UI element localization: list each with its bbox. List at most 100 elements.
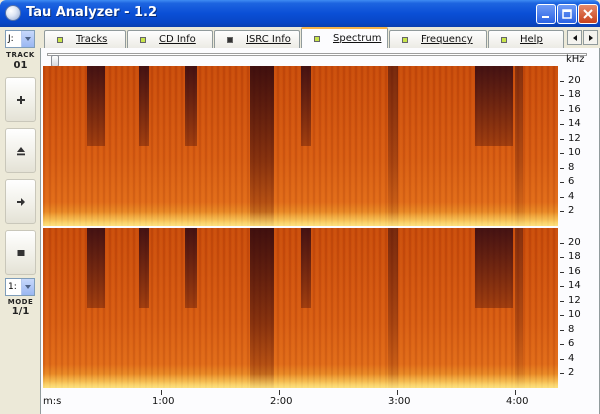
frequency-tick-label: 18: [568, 251, 581, 263]
frequency-tick-label: 20: [568, 74, 581, 86]
frequency-tick-label: 10: [568, 309, 581, 321]
track-number: 01: [13, 60, 28, 71]
frequency-tick: [560, 211, 564, 213]
frequency-tick: [560, 124, 564, 126]
tab-label: ISRC Info: [246, 34, 291, 45]
mode-value: 1/1: [11, 306, 30, 317]
maximize-button[interactable]: [557, 4, 577, 24]
frequency-tick-label: 8: [568, 161, 575, 173]
close-button[interactable]: [578, 4, 598, 24]
frequency-tick: [560, 358, 564, 360]
title-bar: Tau Analyzer - 1.2: [0, 0, 600, 27]
eject-button[interactable]: [5, 128, 36, 173]
maximize-icon: [562, 9, 572, 19]
time-tick-label: 1:00: [152, 396, 175, 407]
tab-label: Tracks: [76, 34, 108, 45]
spectrogram-left-channel: [43, 66, 558, 226]
frequency-tick: [560, 271, 564, 273]
spectrogram-right-channel: [43, 228, 558, 388]
tab-label: Help: [520, 34, 543, 45]
frequency-tick: [560, 182, 564, 184]
tab-label: CD Info: [159, 34, 196, 45]
frequency-tick-label: 12: [568, 132, 581, 144]
tab-help[interactable]: Help: [488, 30, 564, 48]
time-tick-label: 4:00: [506, 396, 529, 407]
tab-isrc-info[interactable]: ISRC Info: [214, 30, 300, 48]
left-panel: J: TRACK 01 1: MODE 1/1: [3, 27, 38, 414]
frequency-tick-label: 6: [568, 338, 575, 350]
frequency-unit-label: kHz: [566, 54, 585, 65]
frequency-tick: [560, 257, 564, 259]
frequency-tick: [560, 167, 564, 169]
frequency-tick-label: 2: [568, 205, 575, 217]
frequency-tick: [560, 315, 564, 317]
tab-label: Frequency: [421, 34, 473, 45]
app-icon: [5, 5, 21, 21]
chevron-left-icon: [572, 34, 577, 41]
frequency-axis-lower: 20 18 16 14 12 10 8 6 4 2: [558, 228, 600, 388]
spectrum-panel: kHz 20 18 16 14 12 10 8 6 4 2 20 18 16 14 12 10 8 6 4 2 m:…: [40, 48, 600, 414]
stop-icon: [17, 249, 24, 256]
status-indicator-icon: [402, 36, 408, 43]
tab-tracks[interactable]: Tracks: [44, 30, 126, 48]
tab-frequency[interactable]: Frequency: [389, 30, 487, 48]
stop-button[interactable]: [5, 230, 36, 275]
time-tick-label: 3:00: [388, 396, 411, 407]
status-indicator-icon: [140, 36, 146, 43]
tab-spectrum[interactable]: Spectrum: [301, 27, 388, 48]
frequency-tick: [560, 196, 564, 198]
minimize-button[interactable]: [536, 4, 556, 24]
frequency-tick-label: 10: [568, 147, 581, 159]
frequency-tick-label: 16: [568, 265, 581, 277]
frequency-tick-label: 18: [568, 89, 581, 101]
minimize-icon: [542, 16, 549, 18]
mode-select[interactable]: 1:: [5, 278, 35, 296]
play-button[interactable]: [5, 179, 36, 224]
frequency-tick: [560, 138, 564, 140]
frequency-tick: [560, 344, 564, 346]
window-title: Tau Analyzer - 1.2: [26, 5, 158, 20]
frequency-tick-label: 14: [568, 118, 581, 130]
chevron-down-icon: [21, 279, 34, 295]
time-tick-label: 2:00: [270, 396, 293, 407]
frequency-tick: [560, 95, 564, 97]
chevron-down-icon: [21, 31, 34, 47]
frequency-tick: [560, 300, 564, 302]
frequency-tick: [560, 80, 564, 82]
frequency-tick: [560, 109, 564, 111]
frequency-tick-label: 4: [568, 352, 575, 364]
tab-scroll-right-button[interactable]: [583, 30, 598, 45]
frequency-tick-label: 16: [568, 103, 581, 115]
close-icon: [583, 9, 593, 19]
eject-icon: [16, 146, 25, 155]
plus-icon: [16, 95, 25, 104]
tab-scroll-left-button[interactable]: [567, 30, 582, 45]
frequency-tick: [560, 329, 564, 331]
tab-strip: Tracks CD Info ISRC Info Spectrum Freque…: [40, 27, 600, 48]
frequency-tick-label: 12: [568, 294, 581, 306]
status-indicator-icon: [501, 36, 507, 43]
mode-select-value: 1:: [8, 282, 17, 292]
status-indicator-icon: [227, 36, 233, 43]
tab-label: Spectrum: [333, 33, 382, 44]
arrow-right-icon: [16, 197, 25, 206]
status-indicator-icon: [57, 36, 63, 43]
drive-select[interactable]: J:: [5, 30, 35, 48]
frequency-tick: [560, 242, 564, 244]
status-indicator-icon: [314, 35, 320, 42]
frequency-tick: [560, 153, 564, 155]
frequency-tick-label: 14: [568, 280, 581, 292]
position-slider[interactable]: [47, 53, 587, 67]
frequency-tick-label: 20: [568, 236, 581, 248]
frequency-tick-label: 8: [568, 323, 575, 335]
add-button[interactable]: [5, 77, 36, 122]
track-label: TRACK: [6, 51, 35, 59]
time-axis-label: m:s: [43, 396, 62, 407]
tab-cd-info[interactable]: CD Info: [127, 30, 213, 48]
chevron-right-icon: [588, 34, 593, 41]
frequency-axis-upper: 20 18 16 14 12 10 8 6 4 2: [558, 66, 600, 226]
frequency-tick-label: 6: [568, 176, 575, 188]
frequency-tick-label: 4: [568, 190, 575, 202]
mode-label: MODE: [7, 298, 34, 306]
time-axis: m:s 1:00 2:00 3:00 4:00: [43, 390, 558, 410]
